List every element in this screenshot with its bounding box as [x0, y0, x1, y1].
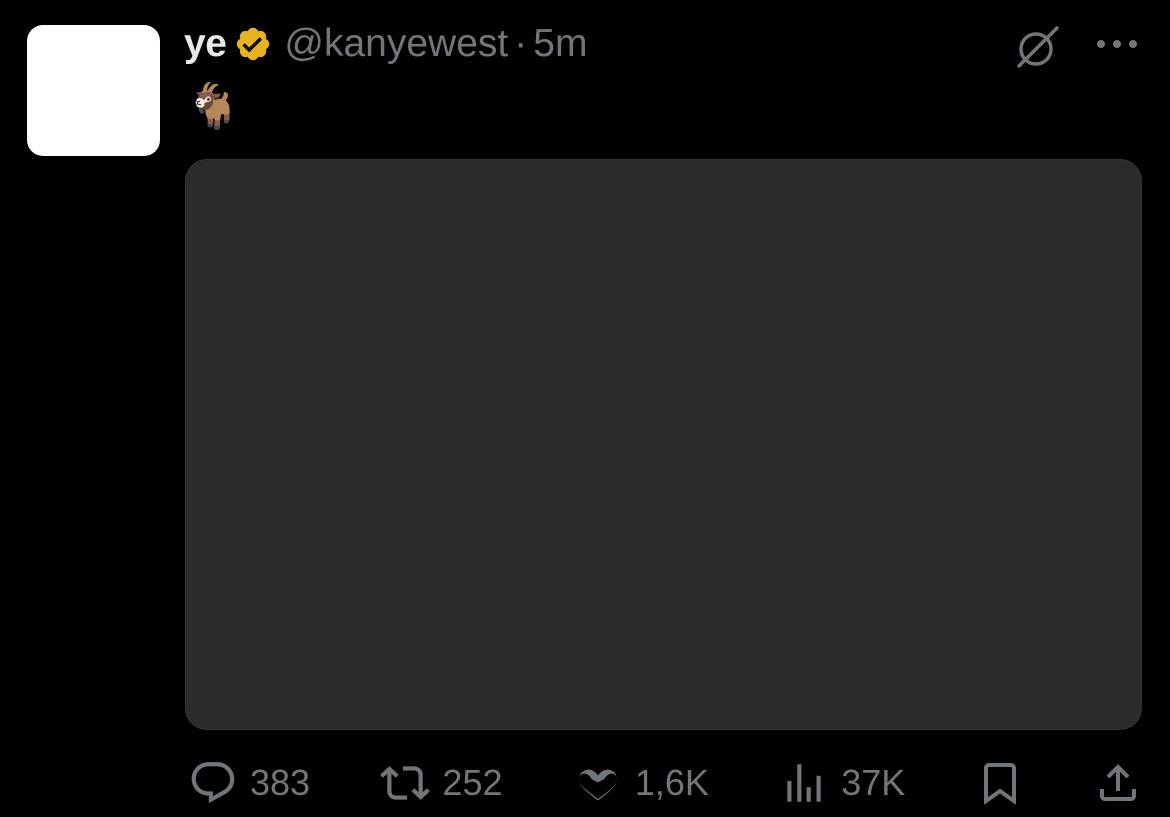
share-button[interactable]	[1094, 759, 1142, 807]
reply-count: 383	[250, 762, 311, 803]
like-button[interactable]: 1,6K	[573, 758, 709, 808]
tweet-media-placeholder[interactable]	[185, 159, 1142, 730]
retweet-count: 252	[442, 762, 503, 803]
author-handle[interactable]: @kanyewest	[284, 22, 508, 66]
reply-button[interactable]: 383	[188, 758, 310, 808]
bookmark-button[interactable]	[976, 759, 1024, 807]
tweet-header: ye @kanyewest · 5m	[184, 22, 587, 66]
tweet-text: 🐐	[186, 81, 241, 132]
tweet-timestamp[interactable]: 5m	[533, 22, 587, 66]
analytics-icon	[787, 764, 821, 802]
author-name[interactable]: ye	[184, 22, 227, 66]
view-count: 37K	[841, 762, 906, 803]
grok-icon[interactable]	[1014, 22, 1062, 70]
avatar[interactable]	[27, 25, 160, 156]
tweet-actions: 383 252 1,6K 37K	[188, 757, 1142, 809]
retweet-icon	[380, 766, 431, 800]
more-icon[interactable]	[1094, 34, 1140, 54]
like-count: 1,6K	[634, 762, 709, 803]
separator-dot: ·	[514, 22, 528, 65]
heart-icon	[579, 769, 617, 801]
views-button[interactable]: 37K	[779, 758, 905, 808]
reply-icon	[191, 762, 235, 804]
share-icon	[1100, 764, 1136, 801]
verified-badge-icon[interactable]	[234, 25, 272, 63]
retweet-button[interactable]: 252	[380, 758, 503, 808]
bookmark-icon	[983, 763, 1016, 805]
